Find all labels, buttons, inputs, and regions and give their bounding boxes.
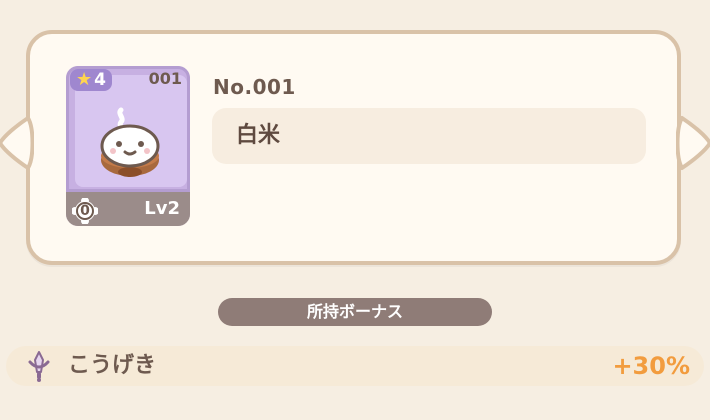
chevron-right-icon[interactable] xyxy=(676,112,710,174)
bonus-stat-label: こうげき xyxy=(68,353,157,378)
flower-badge-icon: 0 xyxy=(71,197,99,225)
item-name-box: 白米 xyxy=(212,108,646,164)
rarity-count: 4 xyxy=(94,70,106,90)
item-number-small: 001 xyxy=(148,69,182,88)
item-name: 白米 xyxy=(236,123,281,148)
item-title-number: No.001 xyxy=(213,75,296,99)
bonus-stat-value: +30% xyxy=(612,352,690,380)
item-icon-tile[interactable]: ★ 4 001 0 Lv2 xyxy=(66,66,190,226)
rice-bowl-icon xyxy=(100,107,160,177)
bonus-row: こうげき +30% xyxy=(6,346,704,386)
sword-icon xyxy=(28,351,50,382)
level-label: Lv2 xyxy=(144,198,180,219)
rarity-badge: ★ 4 xyxy=(70,69,112,91)
level-badge-number: 0 xyxy=(80,203,90,219)
bonus-section-title: 所持ボーナス xyxy=(218,298,492,326)
star-icon: ★ xyxy=(76,69,93,90)
chevron-left-icon[interactable] xyxy=(0,112,34,174)
